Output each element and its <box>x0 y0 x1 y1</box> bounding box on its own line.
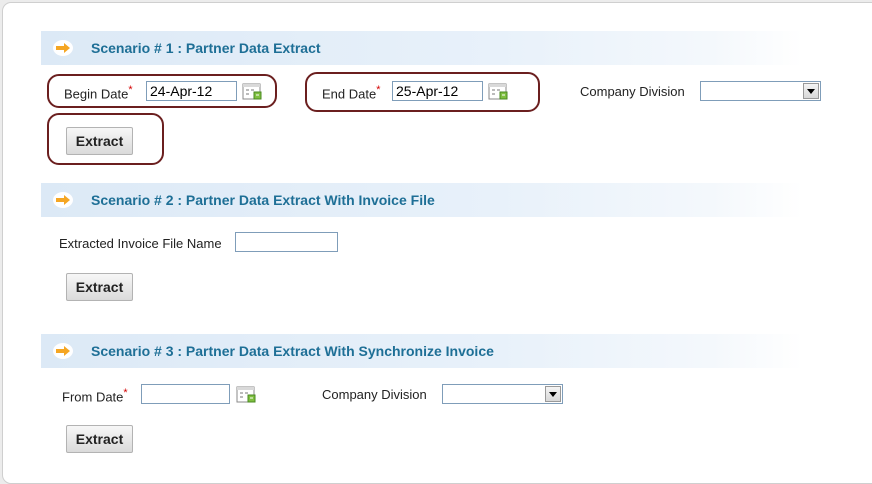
invoice-file-input[interactable] <box>235 232 338 252</box>
arrow-right-icon <box>53 343 73 359</box>
extract-button[interactable]: Extract <box>66 273 133 301</box>
company-division-select[interactable] <box>700 81 821 101</box>
end-date-input[interactable] <box>392 81 483 101</box>
chevron-down-icon[interactable] <box>545 386 561 402</box>
company-division-select[interactable] <box>442 384 563 404</box>
company-division-label: Company Division <box>322 387 427 402</box>
scenario-3-header: Scenario # 3 : Partner Data Extract With… <box>41 334 803 368</box>
company-division-label: Company Division <box>580 84 685 99</box>
from-date-label: From Date* <box>62 387 128 405</box>
calendar-icon[interactable] <box>488 81 510 101</box>
arrow-right-icon <box>53 192 73 208</box>
invoice-file-label: Extracted Invoice File Name <box>59 236 222 251</box>
arrow-right-icon <box>53 40 73 56</box>
chevron-down-icon[interactable] <box>803 83 819 99</box>
begin-date-input[interactable] <box>146 81 237 101</box>
scenario-2-header: Scenario # 2 : Partner Data Extract With… <box>41 183 803 217</box>
extract-button[interactable]: Extract <box>66 127 133 155</box>
scenario-1-header: Scenario # 1 : Partner Data Extract <box>41 31 803 65</box>
calendar-icon[interactable] <box>242 81 264 101</box>
scenario-3-title: Scenario # 3 : Partner Data Extract With… <box>91 343 494 359</box>
calendar-icon[interactable] <box>236 384 258 404</box>
end-date-label: End Date* <box>322 84 381 102</box>
from-date-input[interactable] <box>141 384 230 404</box>
scenario-2-title: Scenario # 2 : Partner Data Extract With… <box>91 192 435 208</box>
begin-date-label: Begin Date* <box>64 84 133 102</box>
extract-button[interactable]: Extract <box>66 425 133 453</box>
scenario-1-title: Scenario # 1 : Partner Data Extract <box>91 40 321 56</box>
